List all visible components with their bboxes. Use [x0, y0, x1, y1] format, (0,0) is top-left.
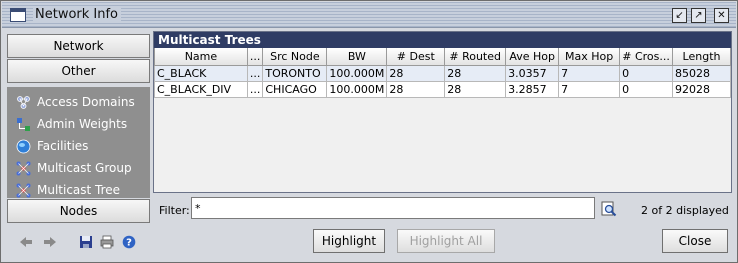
- sidebar-item-access-domains[interactable]: Access Domains: [16, 92, 135, 112]
- table-cell: 7: [558, 64, 621, 82]
- filter-input[interactable]: [191, 197, 595, 219]
- table-cell: 28: [386, 64, 446, 82]
- table-cell: 28: [386, 80, 446, 98]
- table-header-row: Name ... Src Node BW # Dest # Routed Ave…: [154, 48, 731, 66]
- table-cell: ...: [246, 64, 264, 82]
- table-cell: 92028: [672, 80, 731, 98]
- other-item-list: Access Domains Admin Weights Facilities: [7, 87, 150, 198]
- facilities-icon: [16, 139, 31, 154]
- sidebar-item-label: Access Domains: [37, 95, 135, 109]
- print-icon[interactable]: [100, 235, 114, 249]
- multicast-trees-table[interactable]: Name ... Src Node BW # Dest # Routed Ave…: [154, 48, 731, 192]
- sidebar-item-label: Multicast Group: [37, 161, 132, 175]
- title-bar[interactable]: Network Info ↙ ↗ ✕: [2, 2, 736, 28]
- column-header[interactable]: Ave Hop: [505, 48, 560, 66]
- sidebar-item-facilities[interactable]: Facilities: [16, 136, 88, 156]
- help-icon[interactable]: ?: [122, 235, 136, 249]
- column-header[interactable]: # Cros...: [619, 48, 674, 66]
- table-cell: 28: [444, 64, 507, 82]
- panel-title: Multicast Trees: [154, 32, 731, 48]
- network-info-window: Network Info ↙ ↗ ✕ Network Other Access …: [0, 0, 738, 263]
- filter-label: Filter:: [159, 204, 190, 217]
- table-cell: 0: [619, 64, 674, 82]
- table-cell: 28: [444, 80, 507, 98]
- sidebar-item-multicast-tree[interactable]: Multicast Tree: [16, 180, 120, 200]
- svg-text:?: ?: [126, 238, 132, 249]
- minimize-icon[interactable]: ↙: [672, 8, 687, 23]
- highlight-button[interactable]: Highlight: [313, 229, 385, 253]
- network-button[interactable]: Network: [7, 34, 150, 58]
- sidebar-item-admin-weights[interactable]: Admin Weights: [16, 114, 127, 134]
- table-cell: 7: [558, 80, 621, 98]
- column-header[interactable]: Src Node: [262, 48, 328, 66]
- column-header[interactable]: # Routed: [444, 48, 507, 66]
- table-cell: CHICAGO: [262, 80, 328, 98]
- multicast-tree-icon: [16, 183, 31, 198]
- sidebar-item-label: Admin Weights: [37, 117, 128, 131]
- table-cell: 0: [619, 80, 674, 98]
- multicast-trees-panel: Multicast Trees Name ... Src Node BW # D…: [153, 31, 732, 193]
- table-cell: C_BLACK_DIV: [154, 80, 248, 98]
- table-cell: 85028: [672, 64, 731, 82]
- window-title: Network Info: [33, 7, 122, 22]
- table-cell: 100.000M: [326, 64, 388, 82]
- column-header[interactable]: # Dest: [386, 48, 446, 66]
- window-icon: [10, 8, 26, 22]
- forward-arrow-icon[interactable]: [43, 235, 57, 249]
- column-header[interactable]: Length: [672, 48, 731, 66]
- table-row[interactable]: C_BLACK ... TORONTO 100.000M 28 28 3.035…: [154, 64, 731, 82]
- save-icon[interactable]: [79, 235, 93, 249]
- table-row[interactable]: C_BLACK_DIV ... CHICAGO 100.000M 28 28 3…: [154, 80, 731, 98]
- sidebar: Network Other Access Domains Admin Weigh: [7, 34, 150, 223]
- search-icon[interactable]: [601, 201, 617, 217]
- other-button[interactable]: Other: [7, 59, 150, 83]
- close-button[interactable]: Close: [662, 229, 728, 253]
- table-cell: 3.2857: [505, 80, 560, 98]
- table-cell: C_BLACK: [154, 64, 248, 82]
- sidebar-item-label: Facilities: [37, 139, 89, 153]
- table-cell: TORONTO: [262, 64, 328, 82]
- maximize-icon[interactable]: ↗: [691, 8, 706, 23]
- sidebar-item-multicast-group[interactable]: Multicast Group: [16, 158, 132, 178]
- highlight-all-button[interactable]: Highlight All: [397, 229, 495, 253]
- column-header[interactable]: Max Hop: [558, 48, 621, 66]
- back-arrow-icon[interactable]: [19, 235, 33, 249]
- close-icon[interactable]: ✕: [714, 8, 729, 23]
- nodes-button[interactable]: Nodes: [7, 199, 150, 223]
- sidebar-item-label: Multicast Tree: [37, 183, 121, 197]
- access-domains-icon: [17, 96, 30, 109]
- table-cell: 100.000M: [326, 80, 388, 98]
- column-header[interactable]: Name: [154, 48, 248, 66]
- table-cell: 3.0357: [505, 64, 560, 82]
- column-header[interactable]: ...: [246, 48, 264, 66]
- multicast-group-icon: [16, 161, 31, 176]
- table-cell: ...: [246, 80, 264, 98]
- displayed-count: 2 of 2 displayed: [641, 204, 729, 217]
- admin-weights-icon: [17, 118, 30, 131]
- column-header[interactable]: BW: [326, 48, 388, 66]
